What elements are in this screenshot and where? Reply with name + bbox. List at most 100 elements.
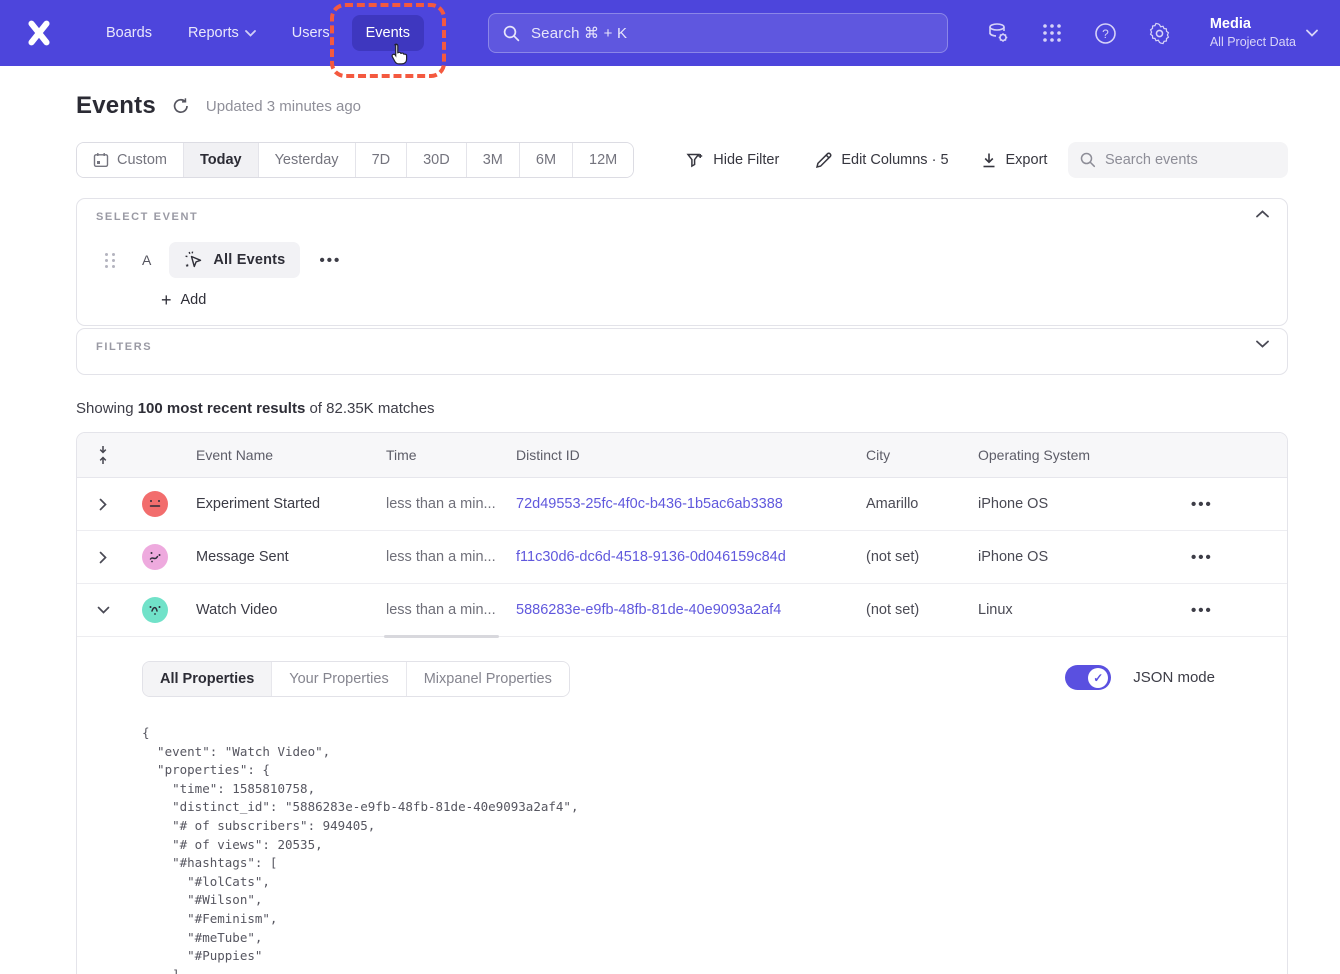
svg-text:?: ?	[1103, 26, 1110, 40]
event-query-row: A All Events •••	[105, 242, 341, 278]
distinct-id-link[interactable]: f11c30d6-dc6d-4518-9136-0d046159c84d	[516, 549, 786, 565]
collapse-row-chevron-down-icon[interactable]	[77, 606, 129, 614]
chevron-down-icon	[1306, 29, 1318, 37]
os-cell: iPhone OS	[963, 549, 1163, 565]
nav-item-events[interactable]: Events	[352, 15, 424, 51]
distinct-id-link[interactable]: 5886283e-e9fb-48fb-81de-40e9093a2af4	[516, 602, 781, 618]
hide-filter-button[interactable]: Hide Filter	[686, 152, 779, 169]
nav-item-users[interactable]: Users	[278, 15, 344, 51]
table-header-row: Event Name Time Distinct ID City Operati…	[77, 433, 1287, 478]
time-cell: less than a min...	[371, 549, 501, 565]
range-label: 6M	[536, 152, 556, 168]
project-selector[interactable]: Media All Project Data	[1210, 15, 1318, 51]
data-management-icon[interactable]	[986, 21, 1010, 45]
collapse-expand-all-icon[interactable]	[77, 445, 129, 465]
json-mode-control: ✓ JSON mode	[1065, 665, 1215, 690]
row-actions-cell: •••	[1163, 496, 1287, 513]
results-summary: Showing 100 most recent results of 82.35…	[76, 400, 435, 417]
table-row[interactable]: Message Sent less than a min... f11c30d6…	[77, 531, 1287, 584]
range-label: 30D	[423, 152, 450, 168]
table-row[interactable]: Experiment Started less than a min... 72…	[77, 478, 1287, 531]
column-header-event-name[interactable]: Event Name	[181, 447, 371, 463]
pencil-icon	[815, 152, 832, 169]
row-more-options-button[interactable]: •••	[1191, 602, 1213, 619]
tab-all-properties[interactable]: All Properties	[143, 662, 271, 696]
property-tabs: All Properties Your Properties Mixpanel …	[142, 661, 570, 697]
avatar-cell	[129, 491, 181, 517]
expand-chevron-down-icon[interactable]	[1256, 340, 1269, 348]
range-7d[interactable]: 7D	[356, 143, 408, 177]
json-mode-toggle[interactable]: ✓	[1065, 665, 1111, 690]
range-yesterday[interactable]: Yesterday	[259, 143, 356, 177]
calendar-icon	[93, 152, 109, 168]
navbar-right-group: ? Media All Project Data	[986, 15, 1318, 51]
range-12m[interactable]: 12M	[573, 143, 633, 177]
column-header-os[interactable]: Operating System	[963, 447, 1163, 463]
range-6m[interactable]: 6M	[520, 143, 573, 177]
tab-your-properties[interactable]: Your Properties	[271, 662, 405, 696]
range-label: Today	[200, 152, 242, 168]
event-name-cell: Watch Video	[181, 602, 371, 618]
collapse-chevron-up-icon[interactable]	[1256, 210, 1269, 218]
event-series-letter: A	[142, 252, 151, 268]
column-header-distinct-id[interactable]: Distinct ID	[501, 447, 851, 463]
distinct-id-cell: 72d49553-25fc-4f0c-b436-1b5ac6ab3388	[501, 496, 851, 512]
city-cell: (not set)	[851, 549, 963, 565]
expand-row-chevron-right-icon[interactable]	[77, 498, 129, 511]
range-30d[interactable]: 30D	[407, 143, 467, 177]
hide-filter-label: Hide Filter	[713, 152, 779, 168]
export-button[interactable]: Export	[981, 152, 1048, 169]
city-cell: (not set)	[851, 602, 963, 618]
row-more-options-button[interactable]: •••	[1191, 496, 1213, 513]
top-navbar: Boards Reports Users Events	[0, 0, 1340, 66]
apps-grid-icon[interactable]	[1040, 21, 1064, 45]
sparkle-cursor-icon	[184, 250, 204, 270]
nav-item-boards[interactable]: Boards	[92, 15, 166, 51]
range-3m[interactable]: 3M	[467, 143, 520, 177]
nav-item-label: Events	[366, 25, 410, 41]
column-header-city[interactable]: City	[851, 447, 963, 463]
range-label: 7D	[372, 152, 391, 168]
global-search-input[interactable]: Search ⌘ + K	[488, 13, 948, 53]
add-event-button[interactable]: + Add	[161, 292, 206, 308]
avatar-cell	[129, 544, 181, 570]
project-scope: All Project Data	[1210, 34, 1296, 51]
settings-gear-icon[interactable]	[1148, 21, 1172, 45]
date-range-picker: Custom Today Yesterday 7D 30D 3M 6M 12M	[76, 142, 634, 178]
row-actions-cell: •••	[1163, 549, 1287, 566]
row-more-options-button[interactable]: •••	[1191, 549, 1213, 566]
range-custom[interactable]: Custom	[77, 143, 184, 177]
filters-panel: FILTERS	[76, 328, 1288, 375]
nav-item-label: Reports	[188, 25, 239, 41]
range-today[interactable]: Today	[184, 143, 259, 177]
expand-row-chevron-right-icon[interactable]	[77, 551, 129, 564]
mixpanel-logo-icon[interactable]	[22, 16, 56, 50]
nav-item-label: Users	[292, 25, 330, 41]
event-json-code: { "event": "Watch Video", "properties": …	[142, 724, 1287, 974]
tab-mixpanel-properties[interactable]: Mixpanel Properties	[406, 662, 569, 696]
column-header-time[interactable]: Time	[371, 447, 501, 463]
drag-handle-icon[interactable]	[105, 253, 116, 268]
distinct-id-cell: 5886283e-e9fb-48fb-81de-40e9093a2af4	[501, 602, 851, 618]
avatar	[142, 491, 168, 517]
page-header: Events Updated 3 minutes ago	[76, 92, 361, 120]
event-selector-button[interactable]: All Events	[169, 242, 300, 278]
refresh-icon[interactable]	[172, 97, 190, 115]
avatar	[142, 597, 168, 623]
event-more-options-button[interactable]: •••	[319, 252, 341, 269]
summary-suffix: of 82.35K matches	[305, 400, 434, 417]
distinct-id-link[interactable]: 72d49553-25fc-4f0c-b436-1b5ac6ab3388	[516, 496, 783, 512]
edit-columns-button[interactable]: Edit Columns · 5	[815, 152, 948, 169]
hand-cursor-icon	[389, 43, 408, 65]
range-label: 12M	[589, 152, 617, 168]
help-icon[interactable]: ?	[1094, 21, 1118, 45]
search-placeholder-text: Search ⌘ + K	[531, 24, 627, 42]
table-row-expanded[interactable]: Watch Video less than a min... 5886283e-…	[77, 584, 1287, 637]
nav-item-reports[interactable]: Reports	[174, 15, 270, 51]
mixpanel-events-page: Boards Reports Users Events	[0, 0, 1340, 974]
summary-prefix: Showing	[76, 400, 138, 417]
search-events-field[interactable]	[1068, 142, 1288, 178]
search-events-input[interactable]	[1105, 152, 1265, 168]
last-updated-text: Updated 3 minutes ago	[206, 98, 361, 115]
selected-event-name: All Events	[213, 252, 285, 268]
